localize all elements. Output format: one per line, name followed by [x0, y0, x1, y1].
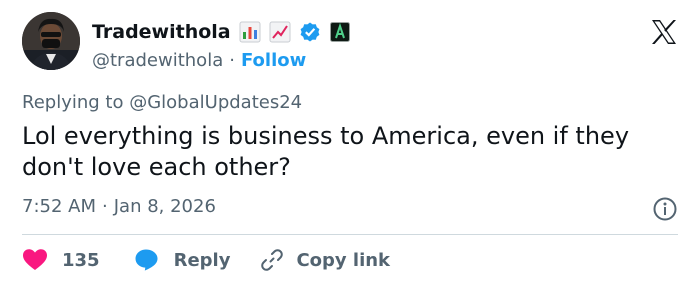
- like-count: 135: [62, 249, 100, 271]
- trend-up-emoji-icon: [269, 21, 291, 43]
- avatar-image: [22, 12, 80, 70]
- link-icon: [261, 249, 284, 271]
- reply-to-handle-link[interactable]: @GlobalUpdates24: [129, 92, 302, 113]
- heart-icon: [23, 249, 47, 270]
- like-button[interactable]: 135: [22, 248, 134, 272]
- divider: [22, 234, 678, 235]
- tweet-date[interactable]: Jan 8, 2026: [114, 196, 216, 217]
- copy-link-button[interactable]: Copy link: [260, 248, 390, 272]
- copy-link-label: Copy link: [296, 249, 391, 271]
- bar-chart-emoji-icon: [239, 21, 261, 43]
- avatar[interactable]: [22, 12, 80, 70]
- handle-separator: ·: [229, 49, 235, 71]
- action-bar: 135 Reply Copy link: [22, 246, 390, 274]
- reply-prefix: Replying to: [22, 92, 124, 113]
- tweet-time[interactable]: 7:52 AM: [22, 196, 96, 217]
- reply-button[interactable]: Reply: [134, 248, 261, 272]
- author-display-name[interactable]: Tradewithola: [92, 21, 231, 43]
- reply-bubble-icon: [135, 249, 158, 271]
- info-icon[interactable]: [652, 196, 678, 222]
- verified-badge-icon[interactable]: [299, 21, 321, 43]
- author-handle-row: @tradewithola · Follow: [92, 47, 306, 73]
- author-name-row: Tradewithola: [92, 18, 351, 46]
- reply-context: Replying to @GlobalUpdates24: [22, 92, 302, 113]
- x-logo-icon[interactable]: [650, 18, 678, 46]
- follow-button[interactable]: Follow: [241, 50, 306, 71]
- time-separator: ·: [102, 196, 108, 217]
- affiliate-badge-icon[interactable]: [329, 21, 351, 43]
- tweet-timestamp: 7:52 AM · Jan 8, 2026: [22, 196, 216, 217]
- tweet-text: Lol everything is business to America, e…: [22, 122, 630, 181]
- reply-label: Reply: [173, 249, 231, 271]
- author-handle[interactable]: @tradewithola: [92, 50, 223, 71]
